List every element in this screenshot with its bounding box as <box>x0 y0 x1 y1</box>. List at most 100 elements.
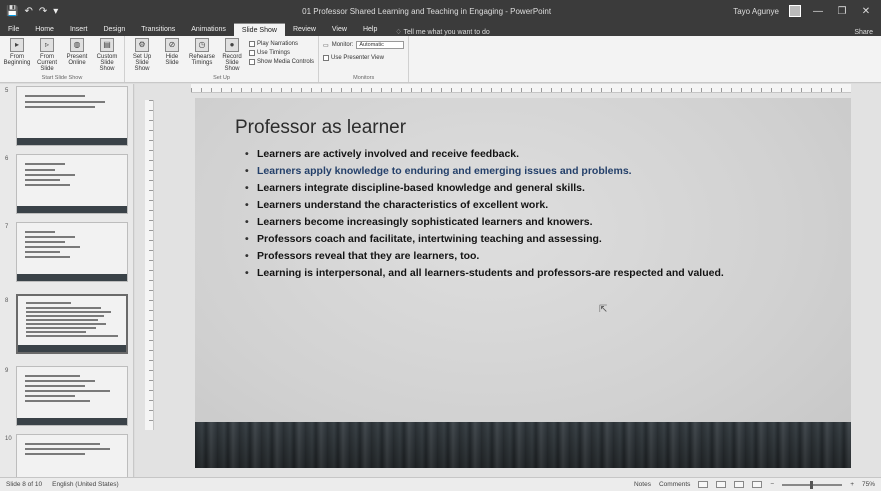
checkbox-label: Use Timings <box>257 49 291 56</box>
ruler-tick <box>431 88 432 92</box>
list-item: Learners become increasingly sophisticat… <box>245 214 845 231</box>
ruler-tick <box>531 88 532 92</box>
slide-title[interactable]: Professor as learner <box>235 117 406 139</box>
slide-thumbnail-7[interactable] <box>16 222 128 282</box>
use-timings-checkbox[interactable]: Use Timings <box>249 48 314 57</box>
language-indicator[interactable]: English (United States) <box>52 481 118 488</box>
from-current-label: From Current Slide <box>36 54 57 72</box>
from-beginning-button[interactable]: ▸ From Beginning <box>4 38 30 74</box>
tab-transitions[interactable]: Transitions <box>133 23 183 36</box>
ruler-tick <box>311 88 312 92</box>
zoom-level[interactable]: 75% <box>862 481 875 488</box>
ruler-tick <box>451 88 452 92</box>
tab-review[interactable]: Review <box>285 23 324 36</box>
slide-editing-area[interactable]: Professor as learner Learners are active… <box>135 84 881 477</box>
list-item: Learning is interpersonal, and all learn… <box>245 265 845 282</box>
monitor-dropdown[interactable]: Automatic <box>356 41 405 49</box>
restore-button[interactable]: ❐ <box>835 6 849 17</box>
play-narrations-checkbox[interactable]: Play Narrations <box>249 39 314 48</box>
ruler-tick <box>841 88 842 92</box>
tab-view[interactable]: View <box>324 23 355 36</box>
ruler-tick <box>681 88 682 92</box>
ruler-tick <box>751 88 752 92</box>
record-slide-show-button[interactable]: ● Record Slide Show <box>219 38 245 74</box>
ruler-tick <box>149 180 153 181</box>
slide-thumbnail-6[interactable] <box>16 154 128 214</box>
bullet-list[interactable]: Learners are actively involved and recei… <box>245 146 845 282</box>
slide-thumbnail-10[interactable] <box>16 434 128 477</box>
reading-view-icon[interactable] <box>734 481 745 488</box>
tab-slide-show[interactable]: Slide Show <box>233 23 285 36</box>
ruler-tick <box>781 88 782 92</box>
zoom-slider[interactable] <box>782 480 843 489</box>
slide-thumbnail-5[interactable] <box>16 86 128 146</box>
notes-button[interactable]: Notes <box>634 481 651 488</box>
ruler-tick <box>801 88 802 92</box>
tab-home[interactable]: Home <box>27 23 62 36</box>
ruler-tick <box>691 88 692 92</box>
set-up-slide-show-button[interactable]: ⚙ Set Up Slide Show <box>129 38 155 74</box>
ruler-tick <box>391 88 392 92</box>
slide-thumbnail-pane[interactable]: 5 6 7 8 9 10 <box>0 84 134 477</box>
tab-animations[interactable]: Animations <box>183 23 234 36</box>
tell-me-search[interactable]: ♢ Tell me what you want to do <box>385 28 489 36</box>
ruler-tick <box>721 88 722 92</box>
undo-icon[interactable]: ↶ <box>24 6 32 17</box>
zoom-slider-thumb[interactable] <box>810 480 814 489</box>
monitor-select[interactable]: ▭ Monitor: Automatic <box>323 40 405 50</box>
slide-thumbnail-8-selected[interactable] <box>16 294 128 354</box>
checkbox-box <box>249 49 255 56</box>
comments-button[interactable]: Comments <box>659 481 690 488</box>
share-button[interactable]: Share <box>854 29 881 36</box>
customize-toolbar-icon[interactable]: ▾ <box>53 6 58 17</box>
ruler-tick <box>831 88 832 92</box>
slide-sorter-icon[interactable] <box>716 481 727 488</box>
ruler-tick <box>591 88 592 92</box>
normal-view-icon[interactable] <box>698 481 709 488</box>
ruler-tick <box>149 100 153 101</box>
thumbnail-number: 5 <box>5 88 9 94</box>
custom-show-icon: ▤ <box>100 38 114 52</box>
custom-slide-show-button[interactable]: ▤ Custom Slide Show <box>94 38 120 74</box>
ruler-tick <box>149 370 153 371</box>
minimize-button[interactable]: — <box>811 6 825 17</box>
tab-design[interactable]: Design <box>95 23 133 36</box>
ruler-tick <box>291 88 292 92</box>
play-icon: ▸ <box>10 38 24 52</box>
present-online-button[interactable]: ◍ Present Online <box>64 38 90 74</box>
avatar[interactable] <box>789 5 801 17</box>
slide-footer-image <box>195 422 851 468</box>
slideshow-view-icon[interactable] <box>752 481 763 488</box>
list-item: Learners understand the characteristics … <box>245 197 845 214</box>
save-icon[interactable]: 💾 <box>6 6 18 17</box>
rehearse-timings-button[interactable]: ◷ Rehearse Timings <box>189 38 215 74</box>
tab-help[interactable]: Help <box>355 23 385 36</box>
presenter-view-checkbox[interactable]: Use Presenter View <box>323 53 404 62</box>
slide-thumbnail-9[interactable] <box>16 366 128 426</box>
from-current-slide-button[interactable]: ▹ From Current Slide <box>34 38 60 74</box>
redo-icon[interactable]: ↷ <box>39 6 47 17</box>
zoom-in-button[interactable]: + <box>850 481 854 488</box>
tab-insert[interactable]: Insert <box>62 23 96 36</box>
ruler-tick <box>651 88 652 92</box>
monitor-icon: ▭ <box>323 42 329 49</box>
tab-file[interactable]: File <box>0 23 27 36</box>
ruler-tick <box>441 88 442 92</box>
record-icon: ● <box>225 38 239 52</box>
ruler-tick <box>271 88 272 92</box>
user-name[interactable]: Tayo Agunye <box>733 7 779 16</box>
zoom-out-button[interactable]: − <box>770 481 774 488</box>
ruler-tick <box>149 170 153 171</box>
ruler-tick <box>741 88 742 92</box>
thumbnail-number: 10 <box>5 436 12 442</box>
slide-canvas[interactable]: Professor as learner Learners are active… <box>195 98 851 468</box>
setup-icon: ⚙ <box>135 38 149 52</box>
ruler-tick <box>701 88 702 92</box>
close-button[interactable]: ✕ <box>859 6 873 17</box>
list-item: Learners are actively involved and recei… <box>245 146 845 163</box>
ruler-tick <box>149 400 153 401</box>
hide-slide-button[interactable]: ⊘ Hide Slide <box>159 38 185 74</box>
ruler-tick <box>811 88 812 92</box>
ruler-tick <box>149 320 153 321</box>
show-media-controls-checkbox[interactable]: Show Media Controls <box>249 57 314 66</box>
